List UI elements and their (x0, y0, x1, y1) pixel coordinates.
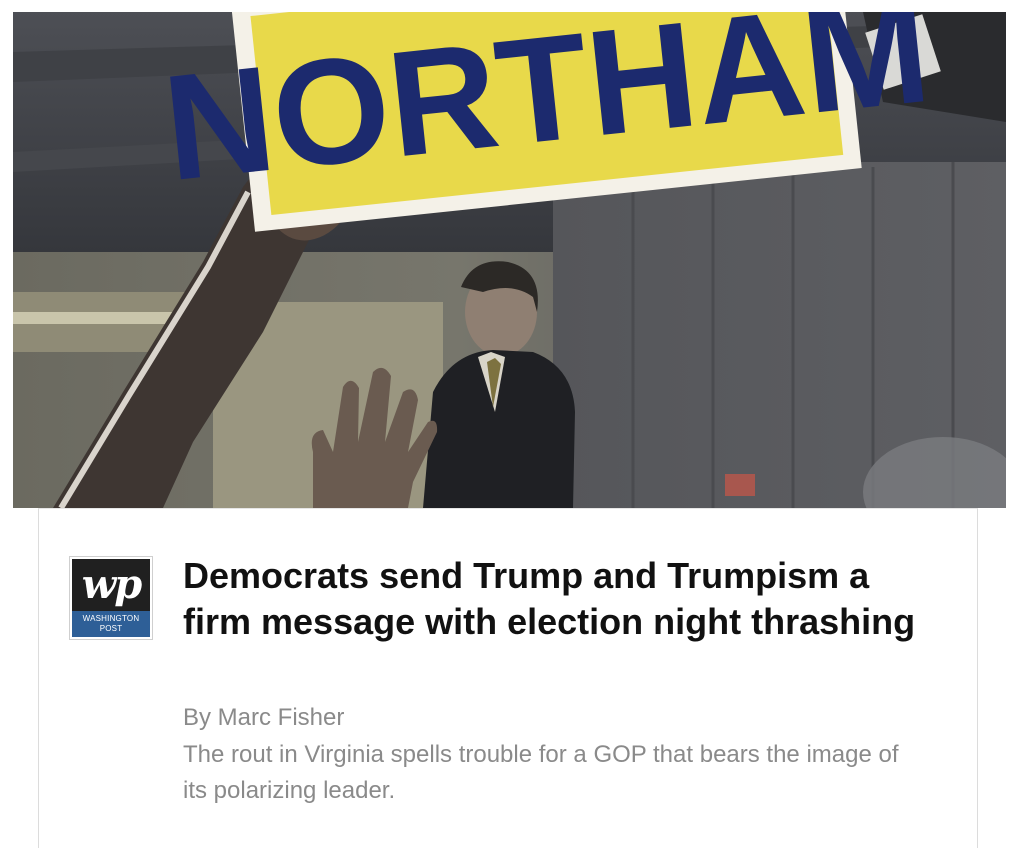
article-card[interactable]: NORTHAM wp WASHINGTON POST Democrats sen… (0, 0, 1024, 848)
logo-line-1: WASHINGTON (82, 614, 140, 623)
logo-band: WASHINGTON POST (72, 611, 150, 637)
article-details: wp WASHINGTON POST Democrats send Trump … (38, 508, 978, 848)
logo-line-2: POST (99, 624, 123, 633)
publisher-logo[interactable]: wp WASHINGTON POST (69, 556, 153, 640)
article-byline: By Marc Fisher (183, 704, 345, 731)
photo-scene: NORTHAM (13, 12, 1006, 508)
washington-post-logo-icon: wp WASHINGTON POST (72, 559, 150, 637)
article-headline[interactable]: Democrats send Trump and Trumpism a firm… (183, 553, 943, 645)
logo-mark: wp (81, 561, 142, 608)
article-summary: The rout in Virginia spells trouble for … (183, 741, 899, 804)
article-photo[interactable]: NORTHAM (13, 12, 1006, 508)
